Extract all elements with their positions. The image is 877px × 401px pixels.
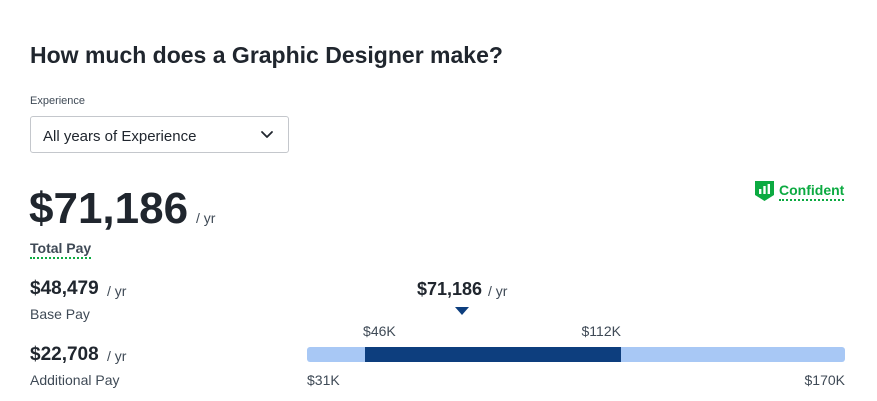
pay-range-fill	[365, 347, 621, 362]
additional-pay-amount: $22,708	[30, 344, 99, 365]
additional-pay-label: Additional Pay	[30, 372, 120, 388]
range-max-label: $170K	[804, 372, 845, 388]
total-pay-unit: / yr	[196, 210, 216, 226]
range-min-label: $31K	[307, 372, 340, 388]
pay-range-bar	[307, 347, 845, 362]
page-title: How much does a Graphic Designer make?	[30, 42, 503, 68]
total-pay-amount: $71,186	[29, 184, 189, 233]
p75-label: $112K	[581, 323, 621, 339]
median-marker-icon	[455, 307, 469, 315]
total-pay-label[interactable]: Total Pay	[30, 240, 92, 259]
confidence-label: Confident	[779, 182, 845, 201]
p25-label: $46K	[363, 323, 396, 339]
experience-label: Experience	[30, 95, 86, 107]
chevron-down-icon	[261, 131, 273, 138]
experience-selected-value: All years of Experience	[43, 128, 197, 145]
base-pay-label: Base Pay	[30, 306, 90, 322]
median-pay-amount: $71,186	[417, 279, 483, 299]
base-pay-amount: $48,479	[30, 278, 99, 299]
median-pay-unit: / yr	[488, 283, 508, 299]
base-pay-unit: / yr	[107, 283, 127, 299]
bar-chart-shield-icon	[755, 181, 774, 201]
confidence-indicator[interactable]: Confident	[754, 180, 845, 202]
experience-dropdown[interactable]: All years of Experience	[30, 116, 289, 153]
additional-pay-unit: / yr	[107, 348, 127, 364]
